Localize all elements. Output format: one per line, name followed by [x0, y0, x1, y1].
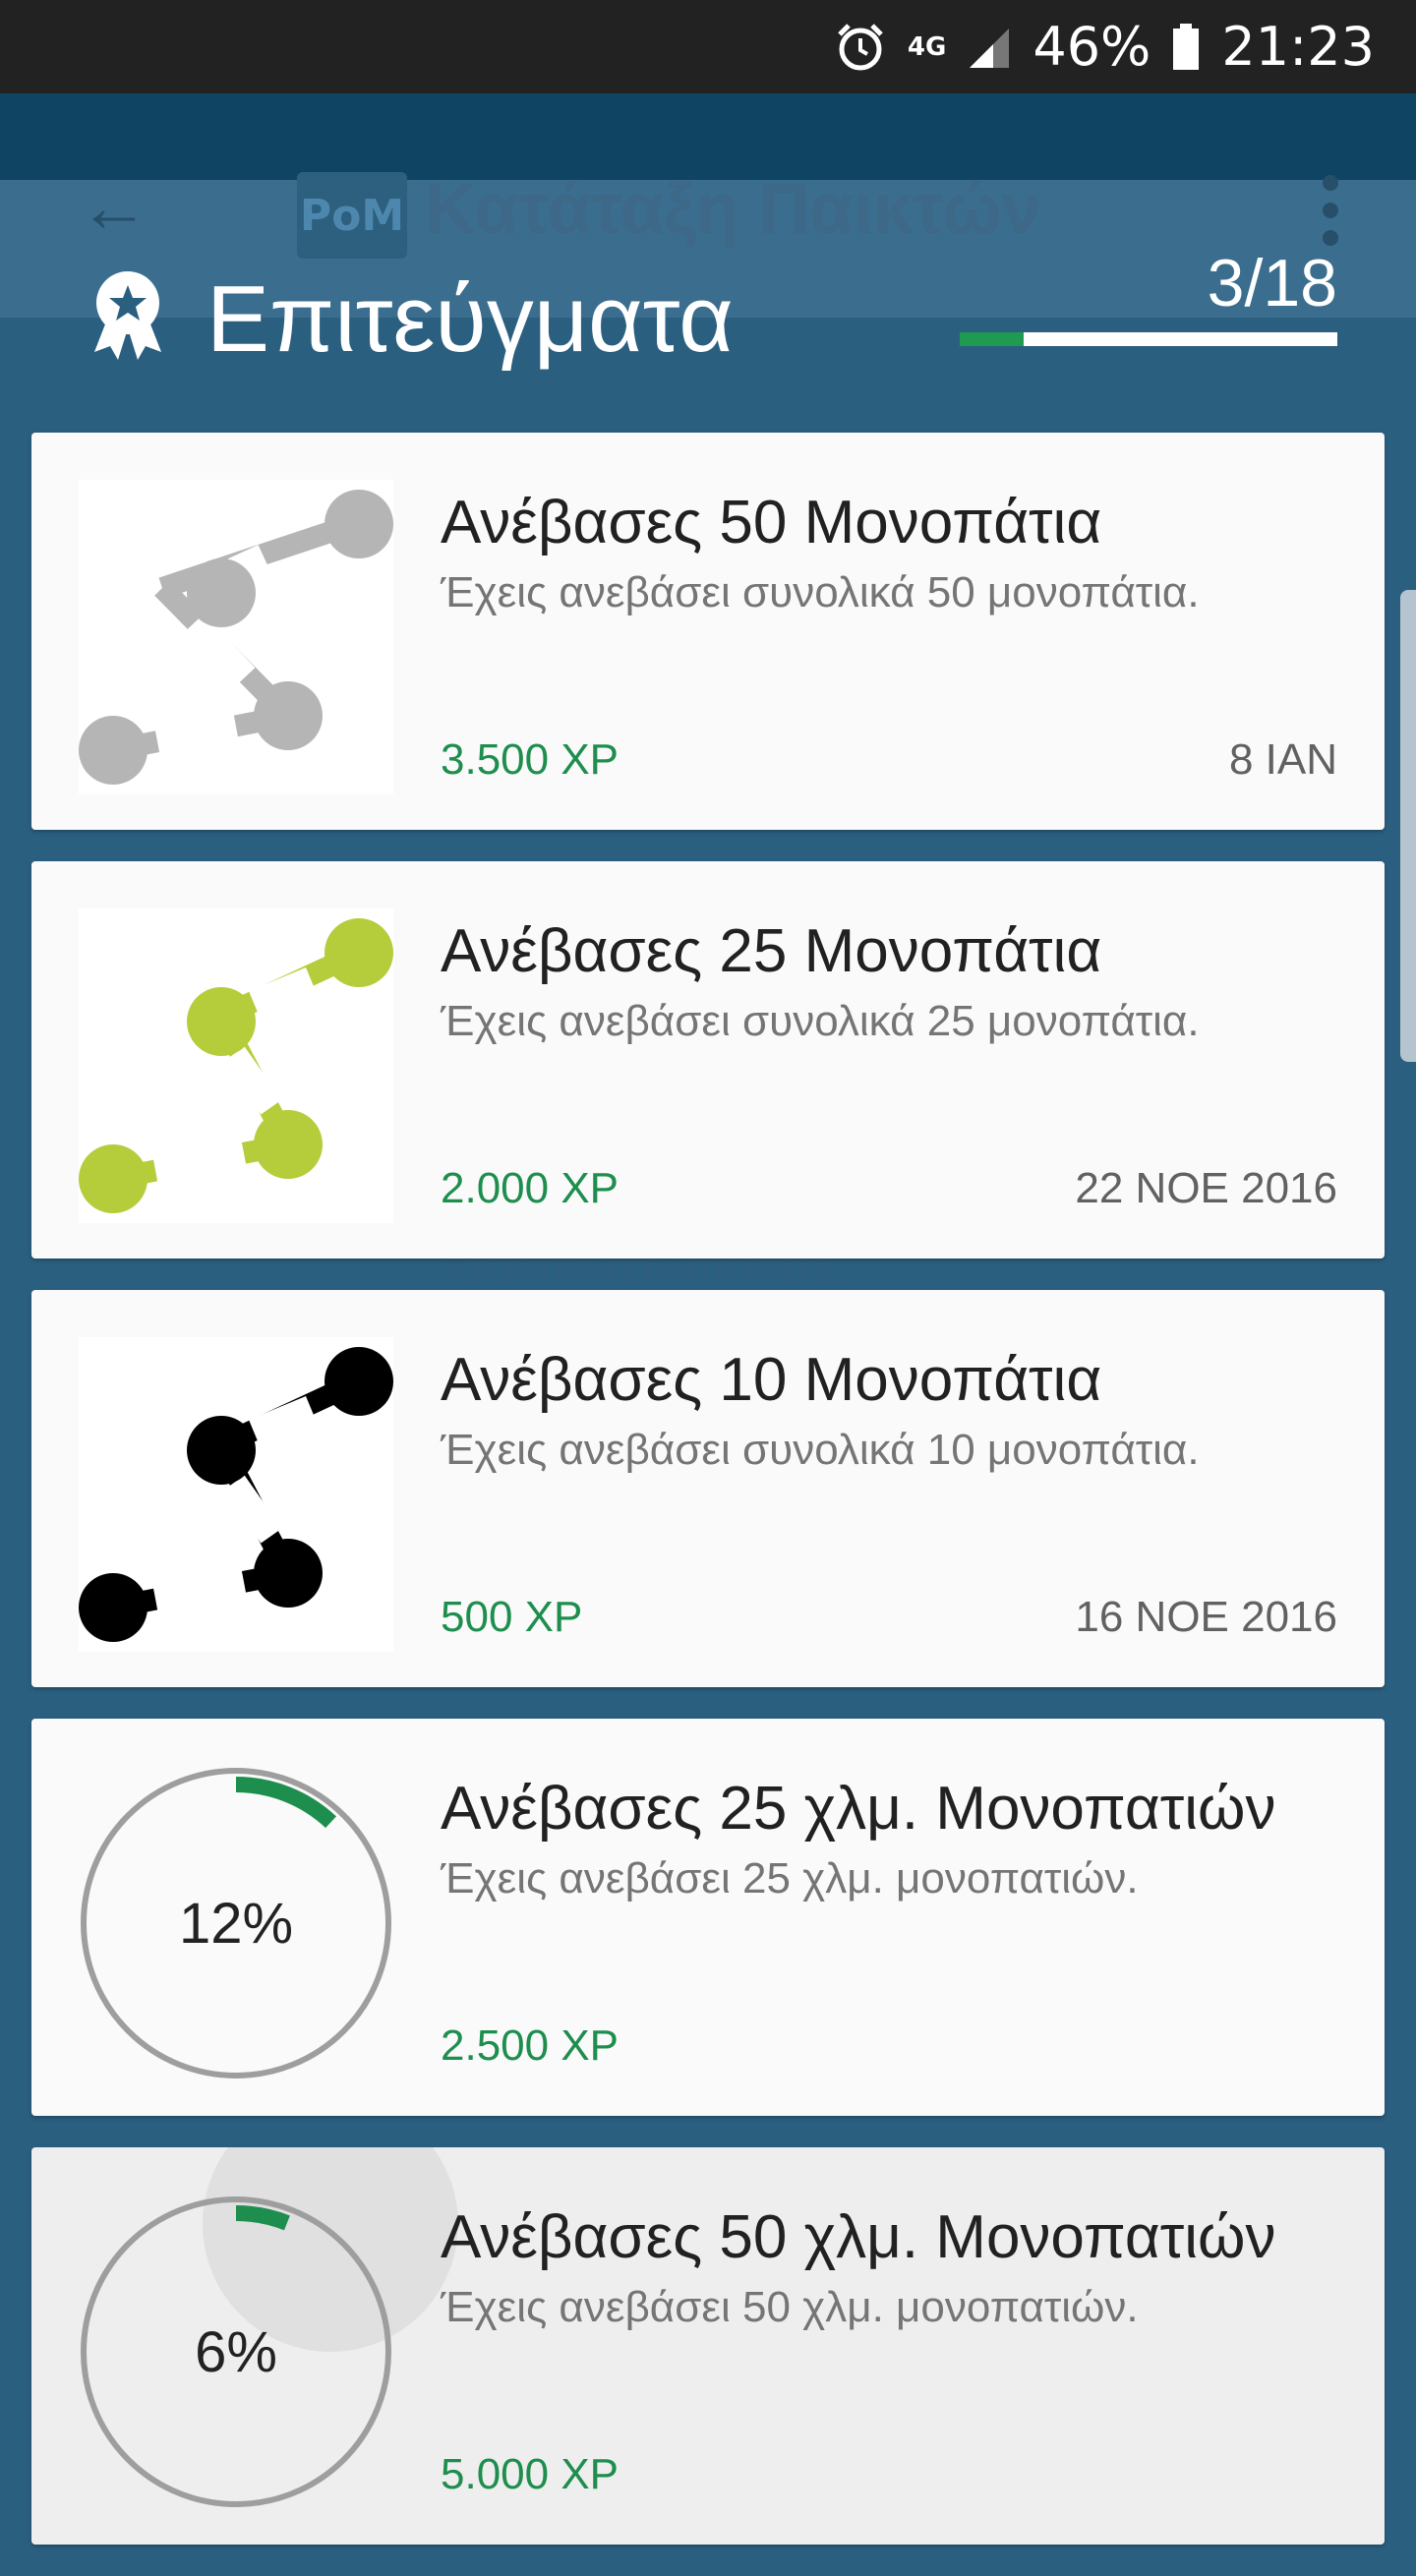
achievement-date: 16 ΝΟΕ 2016: [1075, 1593, 1337, 1641]
battery-percent: 46%: [1032, 16, 1151, 78]
achievement-description: Έχεις ανεβάσει 25 χλμ. μονοπατιών.: [441, 1854, 1139, 1903]
background-title: Κατάταξη Παικτών: [425, 170, 1041, 249]
progress-ring: 12%: [79, 1766, 393, 2080]
achievement-description: Έχεις ανεβάσει 50 χλμ. μονοπατιών.: [441, 2283, 1139, 2331]
achievement-date: 22 ΝΟΕ 2016: [1075, 1164, 1337, 1212]
network-type-label: 4G: [907, 31, 947, 62]
achievement-card[interactable]: Ανέβασες 50 Μονοπάτια Έχεις ανεβάσει συν…: [31, 433, 1385, 830]
trail-path-black-icon: [79, 1337, 393, 1652]
achievement-progress-bar: [960, 332, 1337, 346]
achievement-card[interactable]: 12% Ανέβασες 25 χλμ. Μονοπατιών Έχεις αν…: [31, 1719, 1385, 2116]
achievement-xp: 5.000 XP: [441, 2450, 620, 2498]
alarm-icon: [835, 22, 886, 73]
progress-ring: 6%: [79, 2195, 393, 2509]
achievement-progress-fill: [960, 332, 1025, 346]
achievement-description: Έχεις ανεβάσει συνολικά 50 μονοπάτια.: [441, 568, 1200, 616]
achievement-card[interactable]: 6% Ανέβασες 50 χλμ. Μονοπατιών Έχεις ανε…: [31, 2147, 1385, 2545]
achievement-title: Ανέβασες 25 Μονοπάτια: [441, 917, 1102, 985]
achievement-date: 8 ΙΑΝ: [1228, 735, 1337, 784]
achievement-xp: 3.500 XP: [441, 735, 620, 784]
trail-path-grey-icon: [79, 480, 393, 794]
achievement-card[interactable]: Ανέβασες 10 Μονοπάτια Έχεις ανεβάσει συν…: [31, 1290, 1385, 1687]
back-arrow-icon: ←: [79, 168, 149, 247]
achievement-description: Έχεις ανεβάσει συνολικά 10 μονοπάτια.: [441, 1426, 1200, 1474]
network-type-icon: 4G: [908, 34, 946, 60]
achievement-xp: 500 XP: [441, 1593, 583, 1641]
background-scroll-handle: [1400, 590, 1416, 1062]
achievement-xp: 2.500 XP: [441, 2021, 620, 2070]
page-title: Επιτεύγματα: [206, 266, 734, 372]
achievement-card[interactable]: Ανέβασες 25 Μονοπάτια Έχεις ανεβάσει συν…: [31, 861, 1385, 1259]
trail-path-lime-icon: [79, 908, 393, 1223]
signal-icon: [968, 25, 1011, 70]
progress-percent: 6%: [195, 2319, 277, 2384]
achievement-title: Ανέβασες 50 Μονοπάτια: [441, 489, 1102, 556]
achievement-title: Ανέβασες 10 Μονοπάτια: [441, 1346, 1102, 1414]
battery-icon: [1172, 23, 1200, 71]
achievement-title: Ανέβασες 25 χλμ. Μονοπατιών: [441, 1775, 1276, 1843]
achievement-count: 3/18: [1207, 246, 1337, 321]
background-app-bar: [0, 93, 1416, 180]
award-ribbon-icon: [88, 267, 167, 362]
status-bar: 4G 46% 21:23: [0, 0, 1416, 93]
achievement-title: Ανέβασες 50 χλμ. Μονοπατιών: [441, 2203, 1276, 2271]
achievement-list: Ανέβασες 50 Μονοπάτια Έχεις ανεβάσει συν…: [31, 433, 1385, 2576]
app-logo: PoM: [297, 172, 407, 259]
achievement-xp: 2.000 XP: [441, 1164, 620, 1212]
achievement-description: Έχεις ανεβάσει συνολικά 25 μονοπάτια.: [441, 997, 1200, 1045]
clock: 21:23: [1221, 16, 1375, 78]
progress-percent: 12%: [178, 1891, 294, 1956]
overflow-menu-icon: [1311, 175, 1350, 254]
